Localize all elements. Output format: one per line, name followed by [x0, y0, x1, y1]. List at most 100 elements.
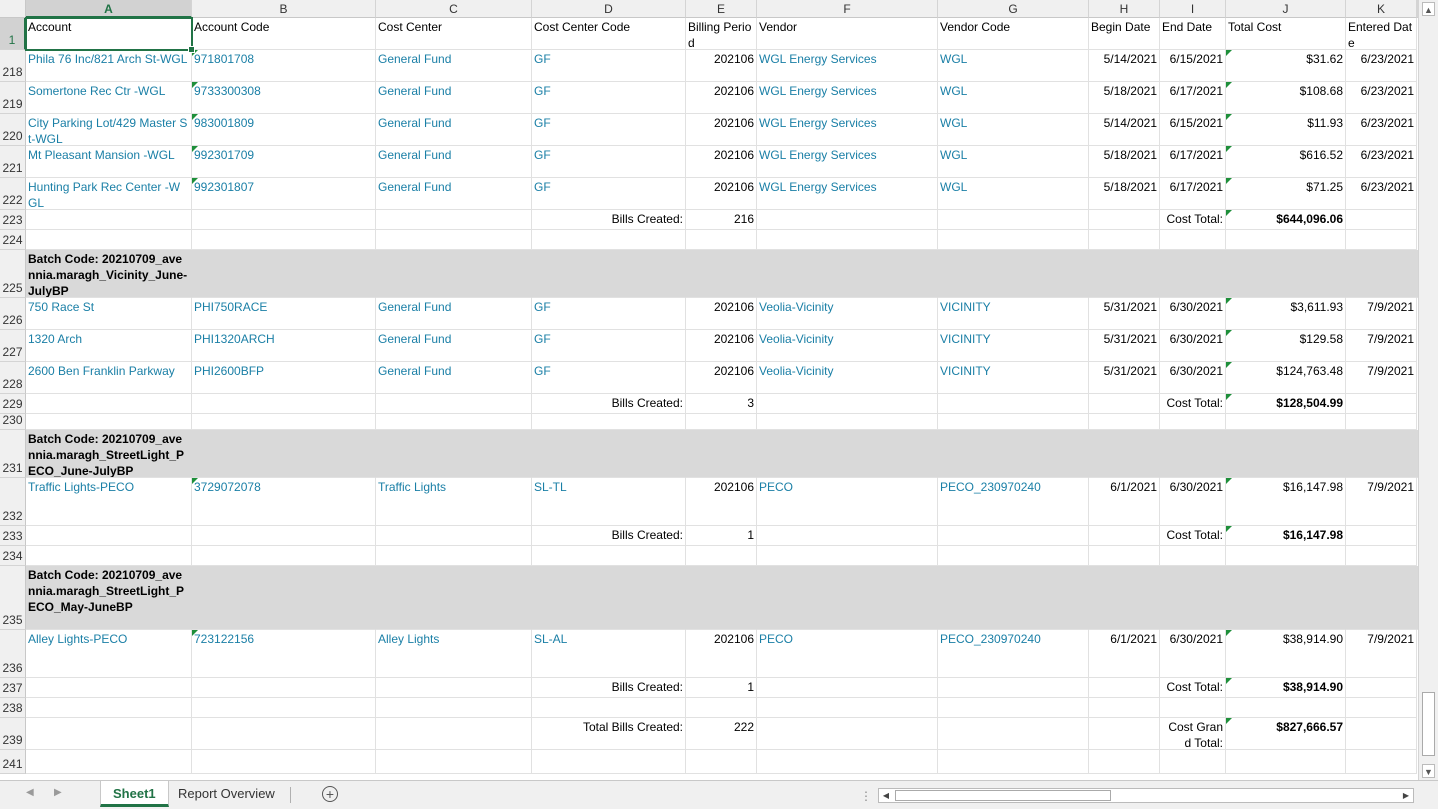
- batch-banner-cell[interactable]: [686, 250, 757, 298]
- cell-f219[interactable]: WGL Energy Services: [757, 82, 938, 114]
- batch-banner-cell[interactable]: [532, 430, 686, 478]
- cell-f236[interactable]: PECO: [757, 630, 938, 678]
- cell-c227[interactable]: General Fund: [376, 330, 532, 362]
- cell-a224[interactable]: [26, 230, 192, 250]
- select-all-corner[interactable]: [0, 0, 26, 18]
- row-header-236[interactable]: 236: [0, 630, 26, 678]
- batch-banner-cell[interactable]: [1226, 430, 1346, 478]
- cell-b238[interactable]: [192, 698, 376, 718]
- cell-a234[interactable]: [26, 546, 192, 566]
- cell-i221[interactable]: 6/17/2021: [1160, 146, 1226, 178]
- cell-h238[interactable]: [1089, 698, 1160, 718]
- cell-i218[interactable]: 6/15/2021: [1160, 50, 1226, 82]
- cell-c226[interactable]: General Fund: [376, 298, 532, 330]
- cell-e227[interactable]: 202106: [686, 330, 757, 362]
- cell-f222[interactable]: WGL Energy Services: [757, 178, 938, 210]
- cell-k232[interactable]: 7/9/2021: [1346, 478, 1417, 526]
- cell-e1[interactable]: Billing Period: [686, 18, 757, 50]
- cell-f228[interactable]: Veolia-Vicinity: [757, 362, 938, 394]
- cell-i237[interactable]: Cost Total:: [1160, 678, 1226, 698]
- cell-d219[interactable]: GF: [532, 82, 686, 114]
- cell-d220[interactable]: GF: [532, 114, 686, 146]
- cell-c219[interactable]: General Fund: [376, 82, 532, 114]
- cell-e239[interactable]: 222: [686, 718, 757, 750]
- cell-h227[interactable]: 5/31/2021: [1089, 330, 1160, 362]
- batch-banner-cell[interactable]: [1346, 430, 1417, 478]
- cell-j233[interactable]: $16,147.98: [1226, 526, 1346, 546]
- row-header-1[interactable]: 1: [0, 18, 26, 50]
- batch-banner-cell[interactable]: [757, 566, 938, 630]
- batch-banner-cell[interactable]: [532, 566, 686, 630]
- add-sheet-icon[interactable]: +: [322, 786, 338, 802]
- cell-d241[interactable]: [532, 750, 686, 774]
- cell-b236[interactable]: 723122156: [192, 630, 376, 678]
- row-header-235[interactable]: 235: [0, 566, 26, 630]
- horizontal-scroll-thumb[interactable]: [895, 790, 1111, 801]
- cell-a239[interactable]: [26, 718, 192, 750]
- cell-j237[interactable]: $38,914.90: [1226, 678, 1346, 698]
- cell-h232[interactable]: 6/1/2021: [1089, 478, 1160, 526]
- cell-j220[interactable]: $11.93: [1226, 114, 1346, 146]
- cell-i232[interactable]: 6/30/2021: [1160, 478, 1226, 526]
- cell-c229[interactable]: [376, 394, 532, 414]
- cell-h223[interactable]: [1089, 210, 1160, 230]
- cell-k221[interactable]: 6/23/2021: [1346, 146, 1417, 178]
- batch-banner-cell[interactable]: [1160, 566, 1226, 630]
- cell-e241[interactable]: [686, 750, 757, 774]
- batch-banner-cell[interactable]: [938, 430, 1089, 478]
- cell-k228[interactable]: 7/9/2021: [1346, 362, 1417, 394]
- cell-h233[interactable]: [1089, 526, 1160, 546]
- cell-j221[interactable]: $616.52: [1226, 146, 1346, 178]
- cell-h221[interactable]: 5/18/2021: [1089, 146, 1160, 178]
- cell-d237[interactable]: Bills Created:: [532, 678, 686, 698]
- scroll-left-icon[interactable]: ◀: [879, 789, 893, 802]
- row-header-232[interactable]: 232: [0, 478, 26, 526]
- cell-e220[interactable]: 202106: [686, 114, 757, 146]
- cell-e229[interactable]: 3: [686, 394, 757, 414]
- cell-d229[interactable]: Bills Created:: [532, 394, 686, 414]
- cell-f230[interactable]: [757, 414, 938, 430]
- cell-d226[interactable]: GF: [532, 298, 686, 330]
- cell-a221[interactable]: Mt Pleasant Mansion -WGL: [26, 146, 192, 178]
- tab-nav-next-icon[interactable]: ▶: [54, 787, 62, 798]
- cell-b233[interactable]: [192, 526, 376, 546]
- column-header-i[interactable]: I: [1160, 0, 1226, 18]
- cell-i220[interactable]: 6/15/2021: [1160, 114, 1226, 146]
- cell-j228[interactable]: $124,763.48: [1226, 362, 1346, 394]
- cell-g219[interactable]: WGL: [938, 82, 1089, 114]
- cell-f234[interactable]: [757, 546, 938, 566]
- cell-e218[interactable]: 202106: [686, 50, 757, 82]
- row-header-221[interactable]: 221: [0, 146, 26, 178]
- cell-d238[interactable]: [532, 698, 686, 718]
- cell-a238[interactable]: [26, 698, 192, 718]
- cell-j224[interactable]: [1226, 230, 1346, 250]
- cell-g236[interactable]: PECO_230970240: [938, 630, 1089, 678]
- cell-b229[interactable]: [192, 394, 376, 414]
- cell-c220[interactable]: General Fund: [376, 114, 532, 146]
- cell-f226[interactable]: Veolia-Vicinity: [757, 298, 938, 330]
- cell-f229[interactable]: [757, 394, 938, 414]
- cell-e221[interactable]: 202106: [686, 146, 757, 178]
- batch-banner-cell[interactable]: [532, 250, 686, 298]
- cell-i222[interactable]: 6/17/2021: [1160, 178, 1226, 210]
- cell-j239[interactable]: $827,666.57: [1226, 718, 1346, 750]
- batch-banner-cell[interactable]: [757, 430, 938, 478]
- cell-g224[interactable]: [938, 230, 1089, 250]
- cell-j241[interactable]: [1226, 750, 1346, 774]
- batch-banner-cell[interactable]: [192, 430, 376, 478]
- cell-b239[interactable]: [192, 718, 376, 750]
- cell-h218[interactable]: 5/14/2021: [1089, 50, 1160, 82]
- cell-f221[interactable]: WGL Energy Services: [757, 146, 938, 178]
- column-header-d[interactable]: D: [532, 0, 686, 18]
- cell-g232[interactable]: PECO_230970240: [938, 478, 1089, 526]
- row-header-234[interactable]: 234: [0, 546, 26, 566]
- cell-d227[interactable]: GF: [532, 330, 686, 362]
- cell-h228[interactable]: 5/31/2021: [1089, 362, 1160, 394]
- cell-b228[interactable]: PHI2600BFP: [192, 362, 376, 394]
- cell-j227[interactable]: $129.58: [1226, 330, 1346, 362]
- cell-a1[interactable]: Account: [26, 18, 192, 50]
- cell-g220[interactable]: WGL: [938, 114, 1089, 146]
- cell-b218[interactable]: 971801708: [192, 50, 376, 82]
- cell-i238[interactable]: [1160, 698, 1226, 718]
- row-header-225[interactable]: 225: [0, 250, 26, 298]
